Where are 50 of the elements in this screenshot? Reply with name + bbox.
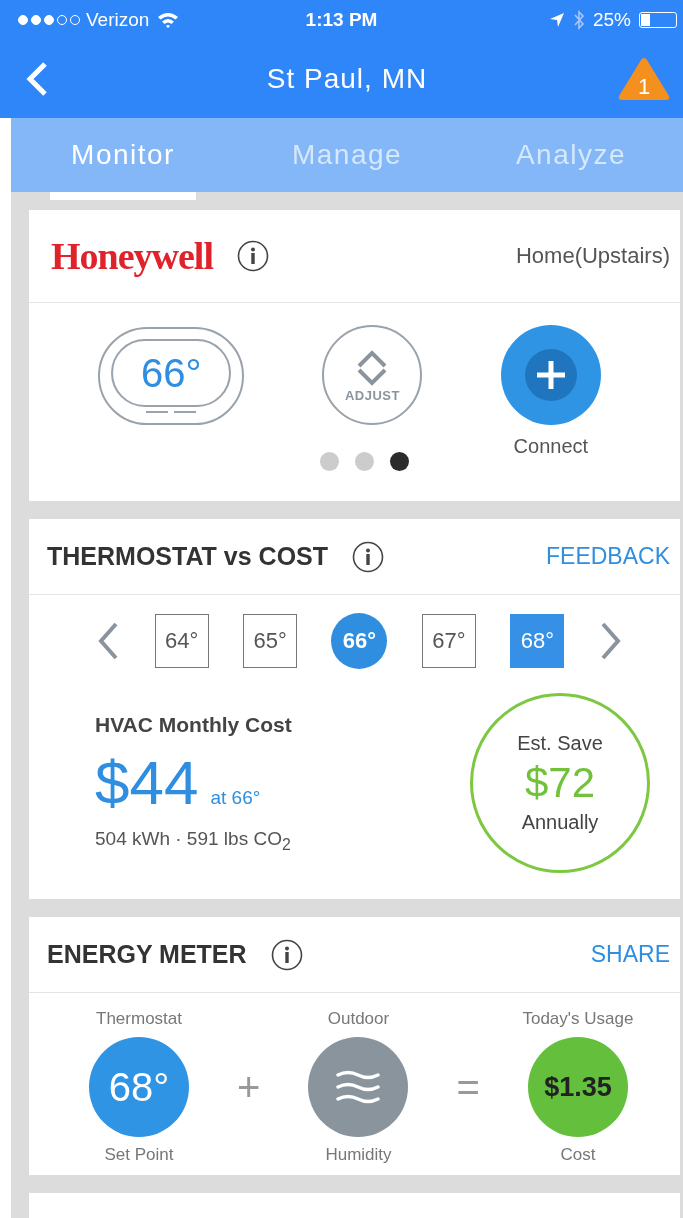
page-dot[interactable] [355, 452, 374, 471]
card-title: THERMOSTAT vs COST [47, 542, 329, 571]
operator-sign: = [456, 1064, 480, 1110]
battery-percent: 25% [592, 9, 631, 31]
meter-label: Today's Usage [522, 1009, 634, 1029]
meter-label: Cost [560, 1145, 596, 1165]
waves-icon [335, 1069, 382, 1105]
feedback-link[interactable]: FEEDBACK [546, 543, 670, 570]
wifi-icon [157, 12, 180, 28]
meter-label: Outdoor [327, 1009, 390, 1029]
clock-time: 1:13 PM [304, 9, 379, 31]
bluetooth-icon [572, 10, 585, 30]
temperature-option[interactable]: 66° [331, 613, 388, 669]
temperature-option[interactable]: 67° [421, 614, 476, 668]
info-icon[interactable] [237, 240, 269, 272]
location-arrow-icon [548, 12, 565, 28]
connect-label: Connect [513, 435, 589, 458]
page-dot[interactable] [320, 452, 339, 471]
savings-amount: $72 [524, 759, 596, 807]
info-icon[interactable] [270, 938, 303, 971]
savings-period: Annually [521, 811, 599, 834]
share-link[interactable]: SHARE [590, 941, 670, 968]
cost-heading: HVAC Monthly Cost [95, 712, 293, 737]
tab[interactable]: Monitor [11, 139, 235, 171]
carrier-name: Verizon [86, 9, 150, 31]
back-button[interactable] [26, 61, 48, 97]
page-title: St Paul, MN [265, 63, 429, 95]
meter-label: Set Point [104, 1145, 174, 1165]
meter-label: Thermostat [96, 1009, 182, 1029]
brand-logo: Honeywell [51, 234, 213, 278]
battery-icon [639, 12, 677, 28]
cost-temperature: at 66° [210, 786, 261, 809]
card-title: ENERGY METER [47, 940, 247, 969]
adjust-button[interactable]: ADJUST [322, 325, 423, 425]
info-icon[interactable] [352, 540, 385, 573]
thermostat-button[interactable]: 66° [98, 327, 245, 425]
temperature-option[interactable]: 64° [154, 614, 209, 668]
page-dot[interactable] [390, 452, 409, 471]
savings-label: Est. Save [517, 732, 603, 755]
usage-text: 504 kWh · 591 lbs CO$_{2}$ [95, 827, 292, 854]
meter-label: Humidity [325, 1145, 392, 1165]
operator-sign: + [237, 1064, 261, 1110]
temperature-option[interactable]: 68° [510, 614, 565, 668]
temperature-option[interactable]: 65° [243, 614, 298, 668]
cost-circle: $1.35 [527, 1037, 628, 1137]
alert-button[interactable]: 1 [617, 56, 671, 102]
location-label: Home(Upstairs) [515, 243, 670, 269]
plus-icon [524, 349, 577, 401]
monthly-cost: $44 [95, 746, 199, 818]
setpoint-circle: 68° [89, 1037, 189, 1137]
